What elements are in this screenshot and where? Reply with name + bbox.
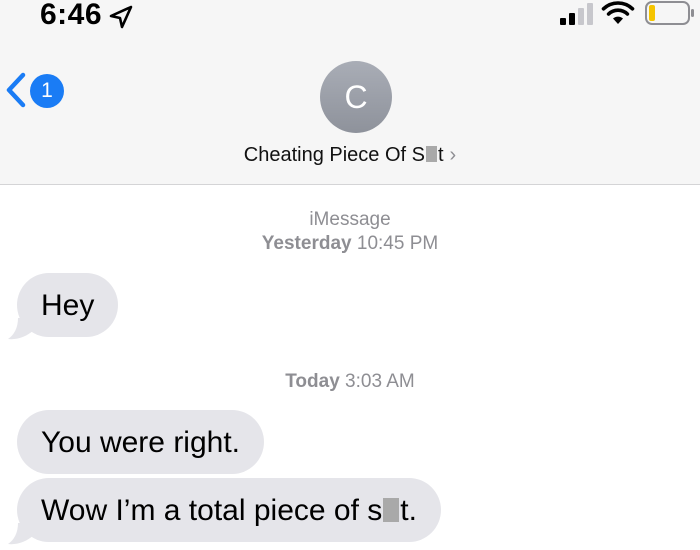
wifi-icon <box>601 1 635 24</box>
received-message-bubble[interactable]: Hey <box>17 273 119 337</box>
unread-count-badge: 1 <box>30 74 64 108</box>
contact-name-button[interactable]: Cheating Piece Of S t › <box>0 142 700 168</box>
contact-name-suffix: t <box>437 144 444 166</box>
status-time: 6:46 <box>40 0 103 31</box>
censor-block <box>425 146 437 162</box>
received-message-bubble[interactable]: You were right. <box>17 410 265 474</box>
chevron-right-icon: › <box>449 144 457 166</box>
location-arrow-icon <box>109 5 133 29</box>
service-label: iMessage <box>309 209 391 230</box>
message-timestamp: Yesterday 10:45 PM <box>0 232 700 256</box>
message-text-suffix: t. <box>400 494 417 527</box>
received-message-bubble[interactable]: Wow I’m a total piece of s t. <box>17 478 441 542</box>
message-timestamp: Today 3:03 AM <box>0 370 700 394</box>
contact-avatar[interactable]: C <box>320 61 392 133</box>
timestamp-time: 10:45 PM <box>356 233 439 254</box>
battery-low-icon <box>645 1 694 25</box>
back-button[interactable]: 1 <box>4 68 68 112</box>
chevron-left-icon <box>6 72 26 108</box>
timestamp-day: Yesterday <box>261 233 352 254</box>
message-text-prefix: Wow I’m a total piece of s <box>41 494 383 527</box>
conversation-header: 6:46 1 C Cheating Piece Of S t › <box>0 0 700 185</box>
cellular-signal-icon <box>560 3 593 25</box>
timestamp-time: 3:03 AM <box>345 371 415 392</box>
censor-block <box>383 498 400 522</box>
timestamp-day: Today <box>285 371 340 392</box>
contact-name-prefix: Cheating Piece Of S <box>243 144 425 166</box>
